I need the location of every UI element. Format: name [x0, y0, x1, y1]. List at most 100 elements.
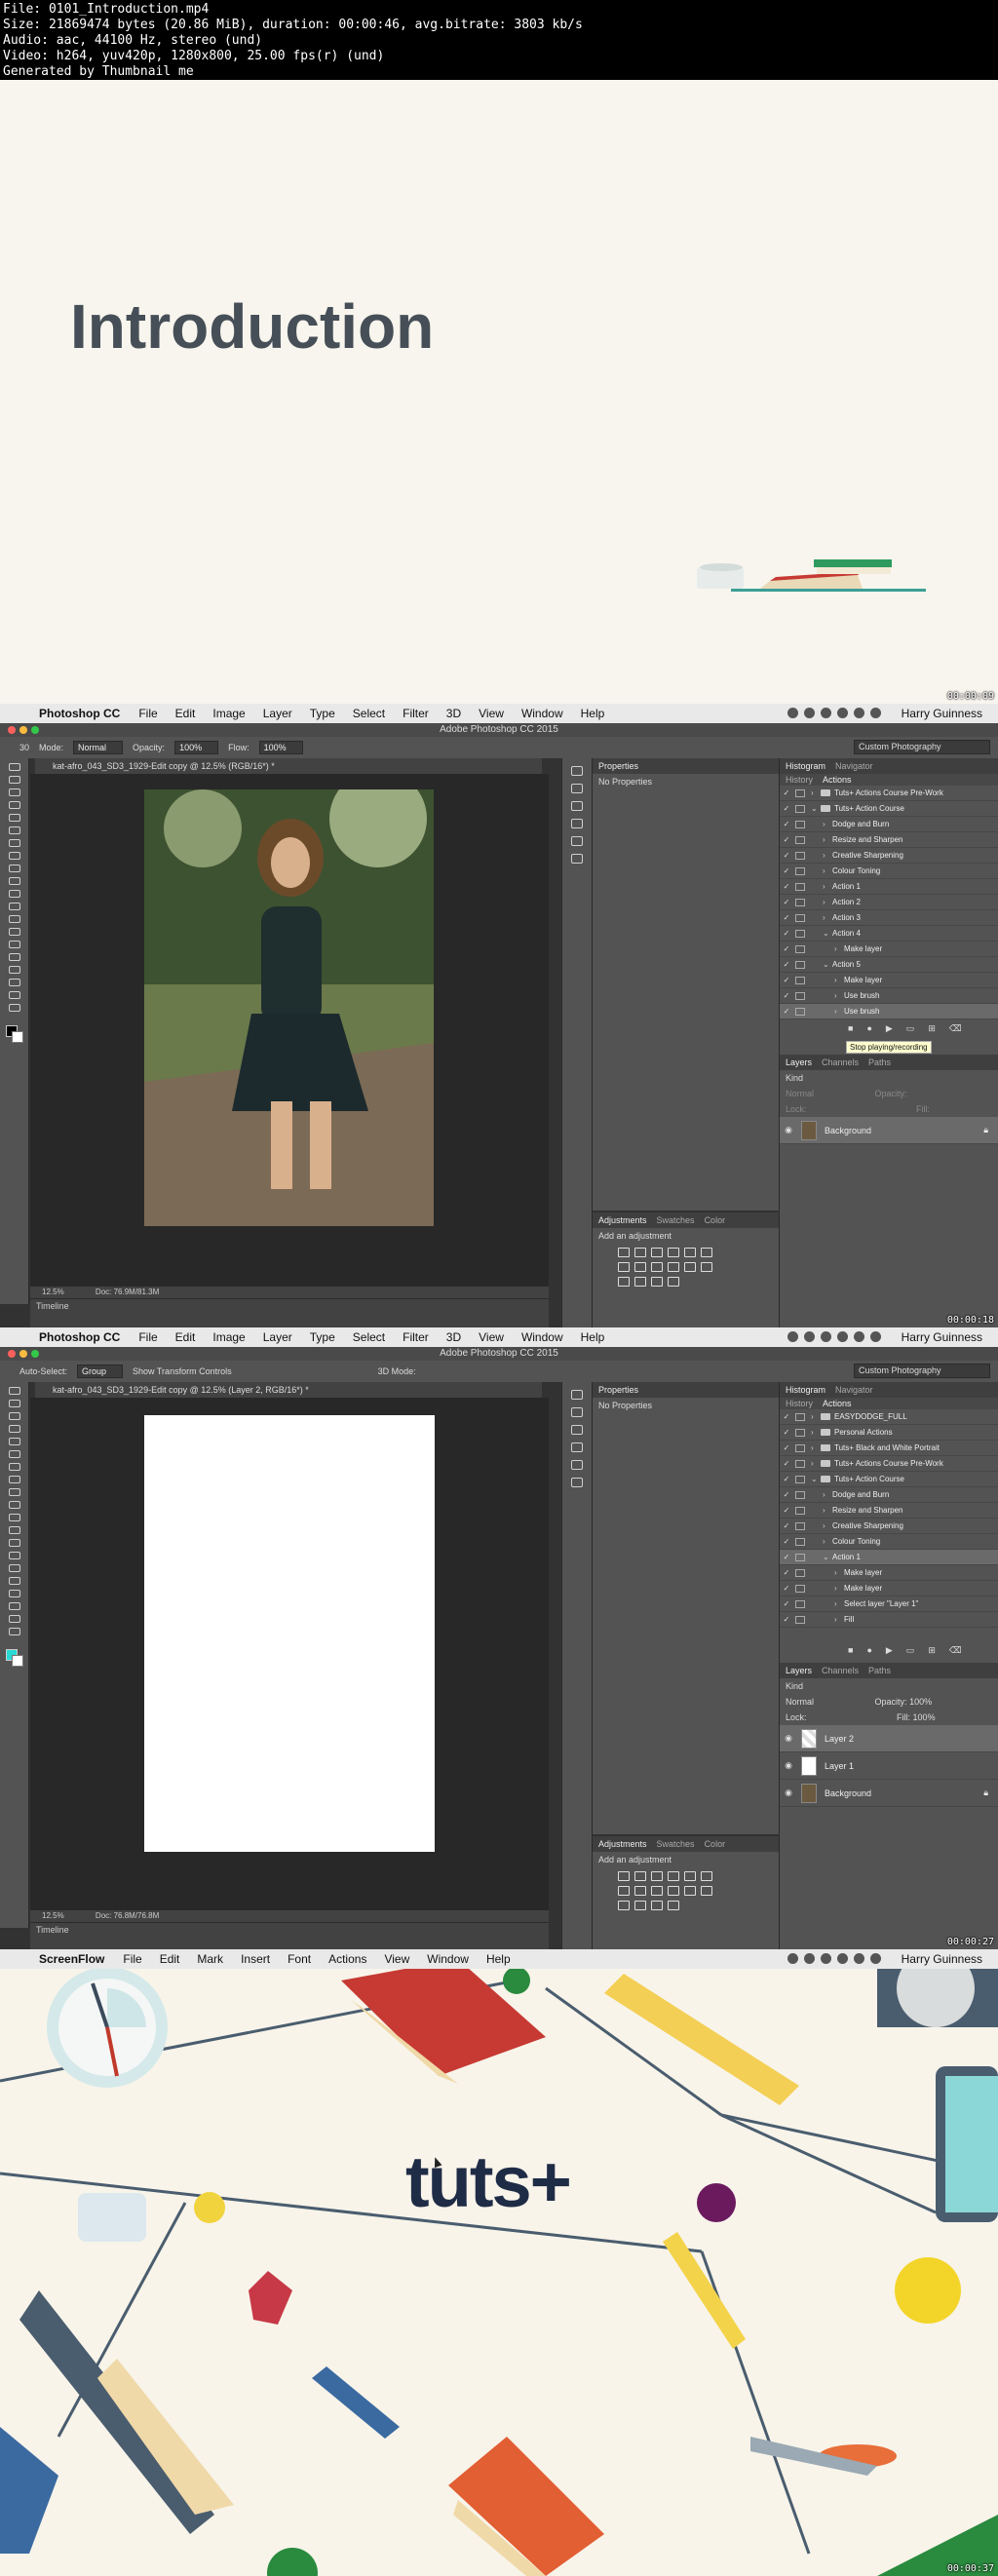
menu-insert[interactable]: Insert — [232, 1952, 279, 1966]
hue-icon[interactable] — [701, 1871, 712, 1881]
minimize-icon[interactable] — [19, 1350, 27, 1358]
bw-icon[interactable] — [634, 1886, 646, 1896]
menu-view[interactable]: View — [470, 707, 513, 720]
workspace-select[interactable]: Custom Photography — [854, 740, 990, 754]
record-icon[interactable]: ● — [866, 1023, 871, 1033]
blur-icon[interactable] — [8, 915, 20, 923]
eye-icon[interactable]: ◉ — [780, 1760, 797, 1771]
document-tab[interactable]: kat-afro_043_SD3_1929-Edit copy @ 12.5% … — [35, 758, 542, 774]
crop-tool-icon[interactable] — [8, 814, 20, 822]
quick-select-icon[interactable] — [8, 1425, 20, 1433]
play-icon[interactable]: ▶ — [886, 1645, 893, 1656]
levels-icon[interactable] — [634, 1248, 646, 1257]
action-row[interactable]: ✓ › Make layer — [780, 1565, 998, 1581]
transform-controls[interactable]: Show Transform Controls — [133, 1366, 232, 1376]
tab-histogram[interactable]: Histogram — [786, 758, 825, 774]
brush-tool-icon[interactable] — [8, 852, 20, 860]
dodge-icon[interactable] — [8, 928, 20, 936]
opacity-value[interactable]: 100% — [909, 1697, 932, 1707]
tool-preset-icon[interactable] — [571, 801, 583, 811]
history-brush-icon[interactable] — [8, 1501, 20, 1509]
menu-type[interactable]: Type — [301, 707, 344, 720]
balance-icon[interactable] — [618, 1886, 630, 1896]
action-row[interactable]: ✓ › Make layer — [780, 973, 998, 988]
zoom-tool-icon[interactable] — [8, 1628, 20, 1635]
vibrance-icon[interactable] — [684, 1871, 696, 1881]
menu-actions[interactable]: Actions — [320, 1952, 375, 1966]
eyedropper-icon[interactable] — [8, 827, 20, 834]
eye-icon[interactable]: ◉ — [780, 1788, 797, 1798]
action-row[interactable]: ✓ › Personal Actions — [780, 1425, 998, 1441]
action-row[interactable]: ✓ › Action 3 — [780, 910, 998, 926]
auto-select-label[interactable]: Auto-Select: — [19, 1366, 67, 1376]
tab-paths[interactable]: Paths — [868, 1055, 891, 1070]
pen-tool-icon[interactable] — [8, 1564, 20, 1572]
lasso-tool-icon[interactable] — [8, 1412, 20, 1420]
brightness-icon[interactable] — [618, 1248, 630, 1257]
menu-help[interactable]: Help — [572, 1330, 614, 1344]
tab-history[interactable]: History — [786, 774, 813, 786]
menu-file[interactable]: File — [130, 1330, 166, 1344]
action-row[interactable]: ✓ ⌄ Action 1 — [780, 1550, 998, 1565]
action-row[interactable]: ✓ › Action 2 — [780, 895, 998, 910]
info-icon[interactable] — [571, 766, 583, 776]
shape-tool-icon[interactable] — [8, 979, 20, 986]
mixer-icon[interactable] — [668, 1886, 679, 1896]
selective-color-icon[interactable] — [668, 1277, 679, 1287]
menu-edit[interactable]: Edit — [167, 1330, 205, 1344]
user-name[interactable]: Harry Guinness — [902, 1952, 982, 1966]
zoom-level[interactable]: 12.5% — [42, 1288, 64, 1296]
menu-3d[interactable]: 3D — [438, 1330, 470, 1344]
layer-row[interactable]: ◉ Layer 1 — [780, 1752, 998, 1780]
vibrance-icon[interactable] — [684, 1248, 696, 1257]
invert-icon[interactable] — [701, 1886, 712, 1896]
tab-actions[interactable]: Actions — [823, 1398, 852, 1409]
menu-help[interactable]: Help — [572, 707, 614, 720]
user-name[interactable]: Harry Guinness — [902, 707, 982, 720]
menu-filter[interactable]: Filter — [394, 1330, 438, 1344]
pen-tool-icon[interactable] — [8, 941, 20, 948]
lasso-tool-icon[interactable] — [8, 788, 20, 796]
heal-tool-icon[interactable] — [8, 1463, 20, 1471]
path-select-icon[interactable] — [8, 1590, 20, 1597]
brush-preset-icon[interactable] — [571, 1407, 583, 1417]
stamp-tool-icon[interactable] — [8, 865, 20, 872]
stop-icon[interactable]: ■ — [848, 1645, 853, 1655]
zoom-icon[interactable] — [31, 1350, 39, 1358]
action-row[interactable]: ✓ › Use brush — [780, 988, 998, 1004]
layer-row[interactable]: ◉ Background 🔒︎ — [780, 1780, 998, 1807]
action-row[interactable]: ✓ › Fill — [780, 1612, 998, 1628]
photo-filter-icon[interactable] — [651, 1262, 663, 1272]
curves-icon[interactable] — [651, 1248, 663, 1257]
action-row[interactable]: ✓ › Tuts+ Black and White Portrait — [780, 1441, 998, 1456]
dodge-icon[interactable] — [8, 1552, 20, 1559]
app-menu[interactable]: ScreenFlow — [35, 1952, 114, 1966]
gradient-map-icon[interactable] — [651, 1277, 663, 1287]
action-row[interactable]: ✓ › Resize and Sharpen — [780, 832, 998, 848]
type-tool-icon[interactable] — [8, 1577, 20, 1585]
menu-window[interactable]: Window — [513, 1330, 572, 1344]
opacity-field[interactable]: 100% — [174, 741, 219, 754]
timeline-tab[interactable]: Timeline — [36, 1925, 69, 1935]
marquee-tool-icon[interactable] — [8, 776, 20, 784]
layer-row[interactable]: ◉ Layer 2 — [780, 1725, 998, 1752]
menu-font[interactable]: Font — [279, 1952, 320, 1966]
new-set-icon[interactable]: ▭ — [906, 1023, 915, 1034]
brush-preset-icon[interactable] — [571, 784, 583, 793]
quick-select-icon[interactable] — [8, 801, 20, 809]
menu-help[interactable]: Help — [478, 1952, 519, 1966]
eraser-icon[interactable] — [8, 1514, 20, 1521]
eye-icon[interactable]: ◉ — [780, 1125, 797, 1135]
selective-color-icon[interactable] — [668, 1901, 679, 1910]
zoom-icon[interactable] — [31, 726, 39, 734]
paragraph-icon[interactable] — [571, 1460, 583, 1470]
menu-type[interactable]: Type — [301, 1330, 344, 1344]
action-row[interactable]: ✓ › Creative Sharpening — [780, 848, 998, 864]
tab-navigator[interactable]: Navigator — [835, 758, 873, 774]
action-row[interactable]: ✓ › Tuts+ Actions Course Pre-Work — [780, 786, 998, 801]
brightness-icon[interactable] — [618, 1871, 630, 1881]
levels-icon[interactable] — [634, 1871, 646, 1881]
zoom-tool-icon[interactable] — [8, 1004, 20, 1012]
tab-color[interactable]: Color — [705, 1836, 726, 1852]
info-icon[interactable] — [571, 1390, 583, 1400]
